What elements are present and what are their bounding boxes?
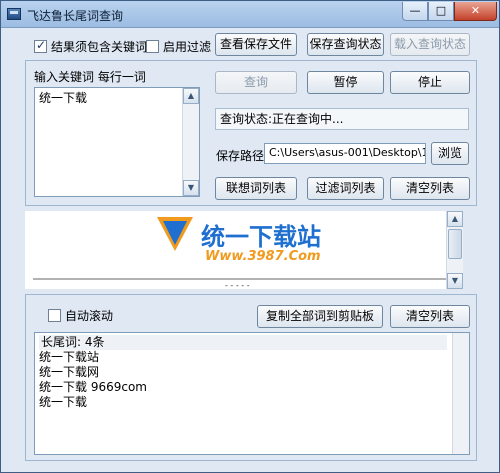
checkbox-checked-icon[interactable]	[34, 38, 47, 53]
close-button[interactable]: ✕	[454, 2, 497, 21]
enable-filter-checkbox[interactable]: 启用过滤	[146, 38, 211, 55]
scroll-down-icon[interactable]: ▼	[183, 180, 199, 196]
results-list[interactable]: 长尾词: 4条 统一下载站 统一下载网 统一下载 9669com 统一下载	[34, 332, 470, 455]
logo-text: 统一下载站	[201, 223, 321, 251]
copy-all-button[interactable]: 复制全部词到剪贴板	[257, 305, 383, 328]
scroll-up-icon[interactable]: ▲	[447, 211, 463, 227]
enable-filter-label: 启用过滤	[163, 40, 212, 54]
must-contain-keyword-checkbox[interactable]: 结果须包含关键词	[34, 38, 147, 55]
scroll-thumb[interactable]	[448, 229, 462, 259]
clear-list-button-bottom[interactable]: 清空列表	[390, 305, 470, 328]
stop-button[interactable]: 停止	[390, 71, 470, 94]
minimize-button[interactable]: —	[402, 2, 428, 21]
pause-button[interactable]: 暂停	[307, 71, 384, 94]
banner-scrollbar[interactable]: ▲ ▼	[446, 211, 463, 289]
auto-scroll-checkbox[interactable]: 自动滚动	[48, 307, 113, 324]
app-window: 飞达鲁长尾词查询 — □ ✕ 结果须包含关键词 启用过滤 查看保存文件 保存查询…	[0, 0, 500, 473]
results-header: 长尾词: 4条	[39, 335, 447, 350]
list-item[interactable]: 统一下载 9669com	[39, 380, 447, 395]
list-item[interactable]: 统一下载网	[39, 365, 447, 380]
list-item[interactable]: 统一下载	[39, 395, 447, 410]
logo-url: Www.3987.Com	[205, 249, 321, 264]
keyword-line: 统一下载	[39, 91, 88, 105]
keywords-input[interactable]: 统一下载 ▲ ▼	[34, 87, 200, 197]
banner-area: 统一下载站 Www.3987.Com - - - - - ▲ ▼	[25, 211, 463, 290]
list-item[interactable]: 统一下载站	[39, 350, 447, 365]
query-status: 查询状态:正在查询中...	[215, 108, 469, 130]
load-query-state-button[interactable]: 载入查询状态	[390, 33, 470, 56]
results-scrollbar[interactable]	[452, 333, 469, 454]
save-path-label: 保存路径	[216, 149, 265, 163]
auto-scroll-label: 自动滚动	[65, 309, 114, 323]
checkbox-unchecked-icon[interactable]	[48, 309, 61, 322]
must-contain-keyword-label: 结果须包含关键词	[51, 40, 148, 54]
checkbox-unchecked-icon[interactable]	[146, 40, 159, 53]
view-saved-file-button[interactable]: 查看保存文件	[215, 33, 297, 56]
window-title: 飞达鲁长尾词查询	[27, 9, 124, 23]
clear-list-button-top[interactable]: 清空列表	[390, 177, 470, 200]
scroll-down-icon[interactable]: ▼	[447, 273, 463, 289]
query-button[interactable]: 查询	[215, 71, 297, 94]
keywords-label: 输入关键词 每行一词	[34, 70, 146, 84]
association-list-button[interactable]: 联想词列表	[215, 177, 297, 200]
browse-button[interactable]: 浏览	[431, 142, 469, 165]
title-bar: 飞达鲁长尾词查询 — □ ✕	[1, 1, 499, 28]
keywords-scrollbar[interactable]: ▲ ▼	[182, 88, 199, 196]
filter-list-button[interactable]: 过滤词列表	[307, 177, 384, 200]
banner-partial-text: - - - - -	[225, 281, 250, 290]
app-icon	[7, 8, 21, 20]
save-path-field[interactable]: C:\Users\asus-001\Desktop\1.t	[264, 143, 426, 164]
maximize-button[interactable]: □	[428, 2, 454, 21]
save-query-state-button[interactable]: 保存查询状态	[307, 33, 384, 56]
scroll-up-icon[interactable]: ▲	[183, 88, 199, 104]
